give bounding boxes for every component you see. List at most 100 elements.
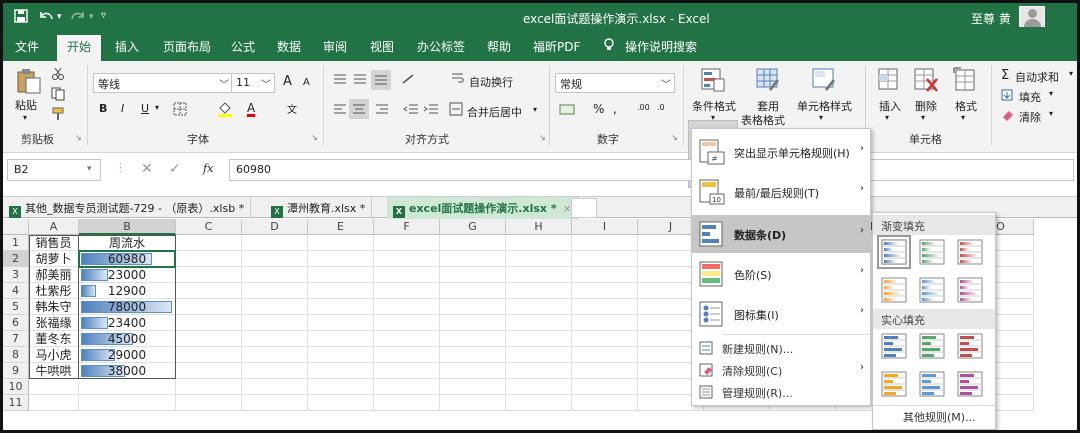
insert-function-icon[interactable]: fx (203, 162, 213, 175)
border-icon[interactable] (173, 102, 187, 119)
cell[interactable] (374, 331, 440, 347)
format-painter-icon[interactable] (51, 107, 67, 124)
row-header-5[interactable]: 5 (3, 299, 29, 315)
solid-data-bar-option[interactable] (919, 371, 945, 397)
cell[interactable] (79, 379, 176, 395)
cell[interactable] (374, 347, 440, 363)
cell[interactable] (506, 331, 572, 347)
cell[interactable] (374, 395, 440, 411)
autosum-dropdown-icon[interactable]: ▾ (1069, 69, 1073, 78)
workbook-tab[interactable]: X 其他_数据专员测试题-729 - （原表）.xlsb * (3, 197, 252, 219)
cell[interactable] (440, 251, 506, 267)
align-center-icon[interactable] (349, 99, 369, 119)
cell[interactable] (242, 267, 308, 283)
column-header-a[interactable]: A (29, 219, 79, 235)
font-size-select[interactable]: 11 ﹀ (231, 73, 275, 93)
cell[interactable]: 23000 (79, 267, 176, 283)
cell[interactable] (572, 267, 638, 283)
cell[interactable] (572, 347, 638, 363)
menu-item-data-bars[interactable]: 数据条(D) › (692, 215, 870, 253)
name-box-dropdown-icon[interactable]: ▾ (87, 164, 92, 174)
cell[interactable] (506, 315, 572, 331)
menu-item-icon-sets[interactable]: 图标集(I) › (692, 295, 870, 333)
cell[interactable] (79, 395, 176, 411)
cell[interactable] (308, 267, 374, 283)
autosum-button[interactable]: 自动求和 (1015, 69, 1059, 85)
percent-style-button[interactable]: % (593, 102, 604, 116)
bold-button[interactable]: B (99, 102, 107, 115)
cell[interactable] (572, 315, 638, 331)
align-bottom-icon[interactable] (371, 70, 391, 90)
wrap-text-button[interactable]: 自动换行 (469, 74, 513, 90)
column-header-c[interactable]: C (176, 219, 242, 235)
row-header-11[interactable]: 11 (3, 395, 29, 411)
cell[interactable] (440, 315, 506, 331)
number-launcher-icon[interactable]: ↘ (671, 133, 678, 142)
delete-cells-label[interactable]: 删除 (915, 98, 937, 114)
cell[interactable]: 78000 (79, 299, 176, 315)
paste-label[interactable]: 粘贴 (15, 97, 37, 113)
cell[interactable]: 董冬东 (29, 331, 79, 347)
cell[interactable] (506, 363, 572, 379)
cell[interactable] (176, 299, 242, 315)
solid-data-bar-option[interactable] (957, 371, 983, 397)
merge-center-icon[interactable] (449, 102, 463, 119)
cell[interactable] (440, 283, 506, 299)
row-header-2[interactable]: 2 (3, 251, 29, 267)
cell[interactable] (506, 379, 572, 395)
tab-review[interactable]: 审阅 (323, 38, 347, 55)
cell[interactable]: 马小虎 (29, 347, 79, 363)
comma-style-button[interactable]: , (613, 102, 617, 116)
tab-data[interactable]: 数据 (277, 38, 301, 55)
font-launcher-icon[interactable]: ↘ (311, 133, 318, 142)
cell[interactable] (572, 299, 638, 315)
cell[interactable] (176, 315, 242, 331)
cell[interactable] (506, 267, 572, 283)
cancel-icon[interactable]: ✕ (141, 161, 153, 177)
tab-view[interactable]: 视图 (370, 38, 394, 55)
new-tab-button[interactable] (571, 198, 597, 218)
fill-button[interactable]: 填充 (1019, 89, 1041, 105)
cell[interactable] (176, 251, 242, 267)
clear-button[interactable]: 清除 (1019, 109, 1041, 125)
workbook-tab-active[interactable]: Xexcel面试题操作演示.xlsx * × (387, 197, 579, 219)
cell[interactable]: 郝美丽 (29, 267, 79, 283)
align-middle-icon[interactable] (353, 73, 367, 88)
cell[interactable]: 29000 (79, 347, 176, 363)
cell[interactable] (242, 363, 308, 379)
cell[interactable]: 12900 (79, 283, 176, 299)
merge-dropdown-icon[interactable]: ▾ (533, 105, 537, 114)
cell[interactable] (176, 235, 242, 251)
redo-icon[interactable] (69, 8, 87, 28)
menu-item-top-bottom-rules[interactable]: 10 最前/最后规则(T) › (692, 173, 870, 211)
cell[interactable] (308, 363, 374, 379)
cell[interactable] (506, 299, 572, 315)
cell-styles-icon[interactable] (811, 67, 837, 96)
cell[interactable] (440, 379, 506, 395)
decrease-decimal-button[interactable]: .0 (657, 103, 665, 112)
cell[interactable] (242, 283, 308, 299)
format-cells-label[interactable]: 格式 (955, 98, 977, 114)
cell[interactable] (308, 299, 374, 315)
column-header-e[interactable]: E (308, 219, 374, 235)
cell[interactable] (176, 363, 242, 379)
column-header-h[interactable]: H (506, 219, 572, 235)
cell[interactable]: 牛哄哄 (29, 363, 79, 379)
cell[interactable] (572, 395, 638, 411)
cell[interactable] (374, 379, 440, 395)
column-header-i[interactable]: I (572, 219, 638, 235)
grow-font-icon[interactable]: A (283, 74, 292, 89)
cell[interactable] (506, 347, 572, 363)
menu-item-color-scales[interactable]: 色阶(S) › (692, 255, 870, 293)
paste-dropdown-icon[interactable]: ▾ (23, 113, 27, 122)
orientation-icon[interactable] (401, 73, 421, 88)
cell[interactable] (572, 379, 638, 395)
select-all-button[interactable] (3, 219, 29, 235)
enter-icon[interactable]: ✓ (169, 161, 181, 177)
cell[interactable] (29, 395, 79, 411)
align-right-icon[interactable] (375, 103, 389, 118)
cell[interactable] (176, 379, 242, 395)
menu-item-new-rule[interactable]: 新建规则(N)... (692, 337, 870, 359)
cell[interactable] (308, 347, 374, 363)
row-header-3[interactable]: 3 (3, 267, 29, 283)
